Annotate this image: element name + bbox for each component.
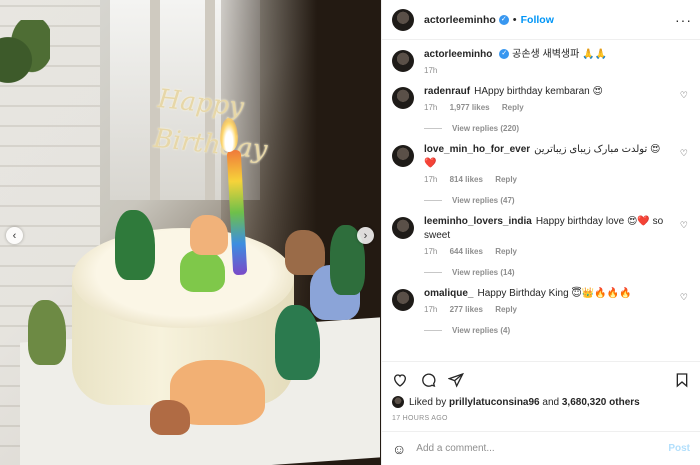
view-replies-button[interactable]: View replies (47) (424, 196, 672, 205)
comment-time[interactable]: 17h (424, 103, 437, 112)
avatar[interactable] (392, 50, 414, 72)
comment-icon[interactable] (420, 372, 436, 388)
comment-text: HAppy birthday kembaran 😍 (474, 86, 603, 97)
view-replies-button[interactable]: View replies (4) (424, 326, 672, 335)
comment-item: love_min_ho_for_ever تولدت مبارک زیبای زی… (392, 143, 690, 205)
share-icon[interactable] (448, 372, 464, 388)
reply-button[interactable]: Reply (495, 175, 517, 184)
comment-likes[interactable]: 644 likes (450, 247, 483, 256)
follow-button[interactable]: Follow (521, 14, 554, 26)
instagram-post: Happy Birthday ‹ › actorleeminho ✓ • Fol… (0, 0, 700, 465)
dinosaur-toy (115, 210, 155, 280)
comment-like-heart-icon[interactable]: ♡ (680, 292, 688, 303)
verified-icon: ✓ (499, 49, 510, 60)
comment-item: leeminho_lovers_india Happy birthday love… (392, 215, 690, 277)
comment-item: radenrauf HAppy birthday kembaran 😍 17h 1… (392, 85, 690, 133)
post-photo[interactable]: Happy Birthday ‹ › (0, 0, 381, 465)
caption: actorleeminho ✓ 공손생 새벽생파 🙏🙏 17h (392, 48, 690, 75)
liked-by-user[interactable]: prillylatuconsina96 (449, 397, 540, 408)
comment-username[interactable]: omalique_ (424, 288, 473, 299)
next-photo-button[interactable]: › (357, 227, 374, 244)
comment-likes[interactable]: 814 likes (450, 175, 483, 184)
avatar[interactable] (392, 145, 414, 167)
emoji-icon[interactable]: ☺ (392, 441, 406, 457)
dinosaur-toy (180, 250, 225, 292)
dinosaur-toy (190, 215, 228, 255)
reply-button[interactable]: Reply (495, 305, 517, 314)
comment-like-heart-icon[interactable]: ♡ (680, 220, 688, 231)
reply-button[interactable]: Reply (495, 247, 517, 256)
liked-by-and: and (542, 396, 560, 408)
view-replies-button[interactable]: View replies (14) (424, 268, 672, 277)
post-username[interactable]: actorleeminho (424, 14, 496, 26)
comments-list[interactable]: actorleeminho ✓ 공손생 새벽생파 🙏🙏 17h radenrauf… (382, 40, 700, 361)
likes-summary: Liked by prillylatuconsina96 and 3,680,3… (392, 396, 690, 408)
caption-username[interactable]: actorleeminho (424, 49, 492, 60)
heart-icon[interactable] (392, 372, 408, 388)
post-header: actorleeminho ✓ • Follow ··· (382, 0, 700, 40)
happy-birthday-topper: Happy Birthday (152, 83, 269, 166)
post-timestamp: 17 HOURS AGO (392, 415, 448, 422)
verified-icon: ✓ (498, 14, 509, 25)
avatar[interactable] (392, 87, 414, 109)
comment-likes[interactable]: 1,977 likes (450, 103, 490, 112)
comment-username[interactable]: love_min_ho_for_ever (424, 144, 530, 155)
add-comment-bar: ☺ Post (382, 431, 700, 465)
post-side-panel: actorleeminho ✓ • Follow ··· actorleemin… (381, 0, 700, 465)
avatar[interactable] (392, 396, 404, 408)
reply-button[interactable]: Reply (502, 103, 524, 112)
comment-username[interactable]: leeminho_lovers_india (424, 216, 532, 227)
comment-time[interactable]: 17h (424, 175, 437, 184)
view-replies-button[interactable]: View replies (220) (424, 124, 672, 133)
candle-flame (220, 118, 238, 152)
comment-like-heart-icon[interactable]: ♡ (680, 148, 688, 159)
avatar[interactable] (392, 217, 414, 239)
liked-by-prefix: Liked by (409, 396, 447, 408)
add-comment-input[interactable] (416, 443, 669, 454)
caption-text: 공손생 새벽생파 🙏🙏 (512, 49, 607, 60)
comment-like-heart-icon[interactable]: ♡ (680, 90, 688, 101)
dinosaur-toy (150, 400, 190, 435)
post-comment-button[interactable]: Post (668, 443, 690, 454)
avatar[interactable] (392, 8, 414, 31)
avatar[interactable] (392, 289, 414, 311)
comment-text: Happy Birthday King 😇👑🔥🔥🔥 (477, 288, 632, 299)
bookmark-icon[interactable] (674, 372, 690, 388)
dinosaur-toy (28, 300, 66, 365)
separator-dot: • (512, 13, 517, 26)
liked-by-others[interactable]: 3,680,320 others (562, 397, 640, 408)
comment-likes[interactable]: 277 likes (450, 305, 483, 314)
post-actions: Liked by prillylatuconsina96 and 3,680,3… (382, 361, 700, 422)
comment-time[interactable]: 17h (424, 247, 437, 256)
action-icons (392, 368, 690, 392)
comment-item: omalique_ Happy Birthday King 😇👑🔥🔥🔥 17h 2… (392, 287, 690, 335)
dinosaur-toy (275, 305, 320, 380)
comment-username[interactable]: radenrauf (424, 86, 470, 97)
plant (0, 20, 50, 100)
more-icon[interactable]: ··· (675, 12, 692, 28)
previous-photo-button[interactable]: ‹ (6, 227, 23, 244)
comment-time[interactable]: 17h (424, 305, 437, 314)
caption-time: 17h (424, 66, 438, 75)
